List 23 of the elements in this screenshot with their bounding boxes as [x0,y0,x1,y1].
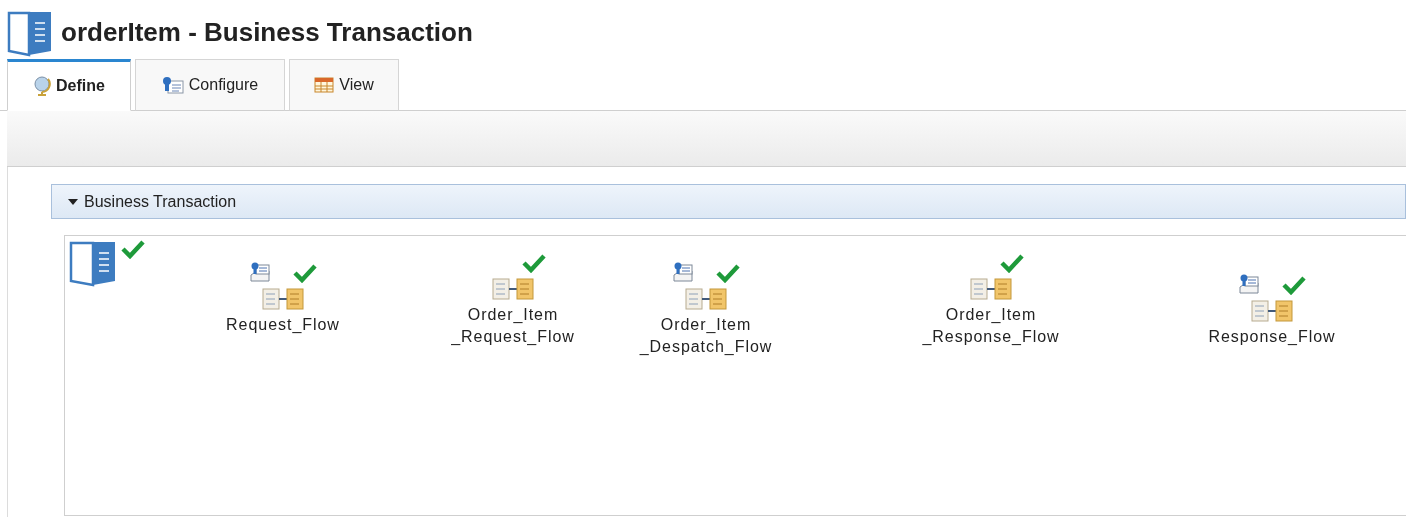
tab[interactable]: Configure [135,59,285,111]
section-header[interactable]: Business Transaction [51,184,1406,219]
id-card-icon [161,76,184,94]
globe-icon [33,76,52,96]
page-title: orderItem - Business Transaction [61,16,473,49]
book-icon [69,239,117,287]
flow-icon [262,288,304,310]
node-label: Order_Item _Request_Flow [451,305,575,347]
caret-icon [68,197,78,206]
flow-icon [970,278,1012,300]
node-label: Order_Item _Response_Flow [922,305,1060,347]
table-icon [314,77,335,93]
node-label: Request_Flow [226,315,340,335]
node-label: Order_Item _Despatch_Flow [639,315,773,357]
id-card-icon [1238,273,1260,295]
tab[interactable]: Define [7,59,131,111]
node-label: Response_Flow [1208,327,1336,347]
flow-icon [1251,300,1293,322]
flow-icon [685,288,727,310]
flow-icon [492,278,534,300]
tab[interactable]: View [289,59,399,111]
id-card-icon [249,261,271,283]
id-card-icon [672,261,694,283]
